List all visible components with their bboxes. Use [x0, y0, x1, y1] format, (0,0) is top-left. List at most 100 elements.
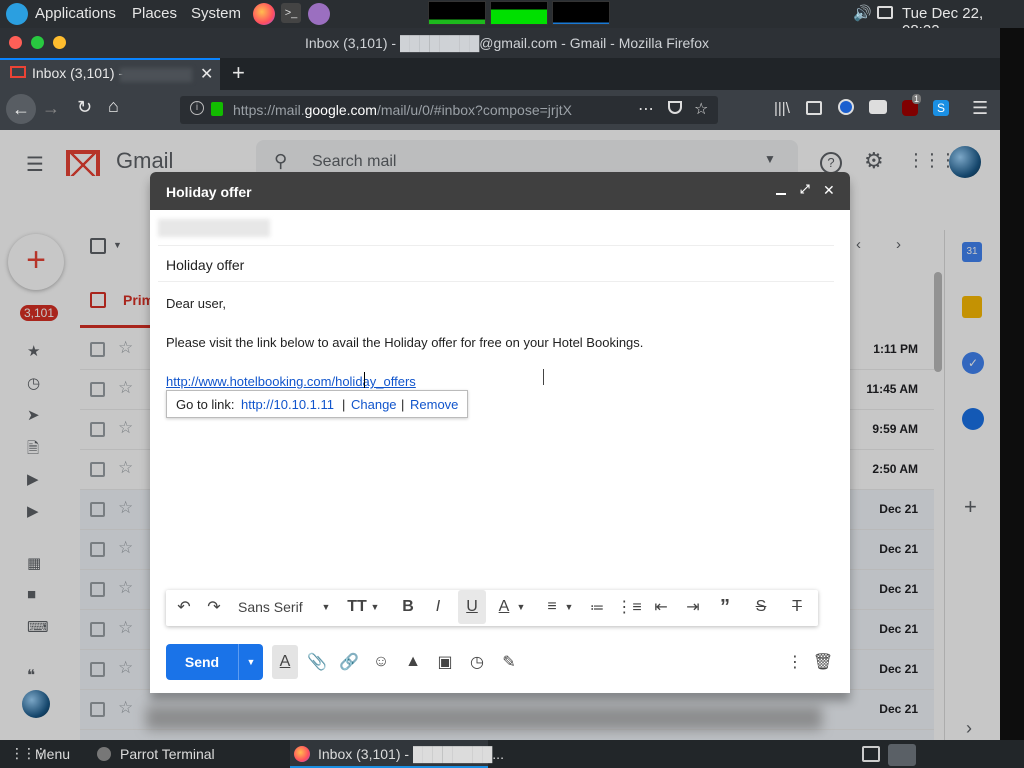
font-family-select[interactable]: Sans Serif: [238, 590, 308, 624]
text-editor-launcher-icon[interactable]: [308, 3, 330, 25]
bulleted-list-icon[interactable]: ⋮≡: [616, 590, 641, 624]
url-bar[interactable]: i https://mail.google.com/mail/u/0/#inbo…: [180, 96, 718, 124]
insert-emoji-icon[interactable]: ☺: [370, 645, 392, 679]
tab-gmail-inbox[interactable]: Inbox (3,101) - ✕: [0, 58, 220, 90]
firefox-task-button[interactable]: Inbox (3,101) - ████████...: [290, 740, 504, 768]
mouse-ibeam-cursor: [543, 369, 544, 385]
strikethrough-icon[interactable]: S: [750, 590, 772, 624]
remove-link-button[interactable]: Remove: [410, 397, 458, 412]
font-size-icon[interactable]: TT: [346, 590, 368, 624]
numbered-list-icon[interactable]: ≔: [586, 590, 608, 624]
firefox-launcher-icon[interactable]: [253, 3, 275, 25]
link-popup-label: Go to link:: [176, 397, 235, 412]
bottom-taskbar: ⋮⋮⋮ Menu Parrot Terminal Inbox (3,101) -…: [0, 740, 1024, 768]
attach-file-icon[interactable]: 📎: [306, 645, 328, 679]
more-options-icon[interactable]: ⋮: [786, 645, 804, 679]
discard-draft-icon[interactable]: 🗑: [812, 645, 834, 679]
formatting-toolbar: ↶ ↷ Sans Serif ▼ TT ▼ B I U A ▼ ≡ ▼ ≔ ⋮≡…: [166, 590, 818, 626]
tab-redacted-email: [120, 68, 192, 82]
page-actions-icon[interactable]: ⋯: [638, 99, 654, 119]
hamburger-menu-icon[interactable]: ☰: [972, 98, 988, 119]
maximize-window-button[interactable]: [53, 36, 66, 49]
recipient-chip-redacted[interactable]: [158, 219, 270, 237]
compose-actions: Send ▼ A 📎 🔗 ☺ ▲ ▣ ◷ ✎ ⋮ 🗑: [150, 640, 850, 688]
tray-network-icon[interactable]: [862, 746, 880, 762]
tray-firefox-icon[interactable]: [888, 744, 916, 766]
redo-icon[interactable]: ↷: [202, 590, 226, 624]
sidebar-toggle-icon[interactable]: [806, 101, 822, 115]
parrot-logo-icon[interactable]: [6, 3, 28, 25]
new-tab-button[interactable]: +: [232, 60, 245, 86]
underline-icon[interactable]: U: [458, 590, 486, 624]
send-button[interactable]: Send: [166, 644, 238, 680]
formatting-options-icon[interactable]: A: [272, 645, 298, 679]
terminal-launcher-icon[interactable]: >_: [281, 3, 301, 23]
italic-icon[interactable]: I: [428, 590, 448, 624]
site-info-icon[interactable]: i: [190, 101, 204, 115]
url-text[interactable]: https://mail.google.com/mail/u/0/#inbox?…: [233, 102, 603, 118]
ublock-badge: 1: [912, 94, 922, 104]
text-cursor: [364, 372, 365, 388]
close-compose-icon[interactable]: ✕: [823, 182, 835, 199]
extension-icon[interactable]: [838, 99, 854, 115]
window-titlebar[interactable]: Inbox (3,101) - ████████@gmail.com - Gma…: [0, 28, 1000, 58]
body-link[interactable]: http://www.hotelbooking.com/holiday_offe…: [166, 374, 416, 389]
lock-icon[interactable]: [211, 102, 223, 116]
text-color-icon[interactable]: A: [494, 590, 514, 624]
skype-extension-icon[interactable]: S: [933, 100, 949, 116]
library-icon[interactable]: |||\: [774, 100, 790, 117]
insert-link-icon[interactable]: 🔗: [338, 645, 360, 679]
quote-icon[interactable]: ”: [714, 590, 736, 624]
link-popup-url[interactable]: http://10.10.1.11: [241, 397, 334, 412]
minimize-compose-icon[interactable]: [776, 193, 786, 195]
bookmark-star-icon[interactable]: ☆: [694, 99, 708, 119]
confidential-mode-icon[interactable]: ◷: [466, 645, 488, 679]
display-icon[interactable]: [877, 6, 893, 19]
memory-graph: [490, 1, 548, 25]
terminal-task-button[interactable]: Parrot Terminal: [120, 746, 215, 762]
back-button[interactable]: ←: [6, 94, 36, 124]
volume-icon[interactable]: 🔊: [853, 4, 872, 22]
link-popup-separator: |: [401, 397, 405, 412]
message-body[interactable]: Dear user, Please visit the link below t…: [166, 282, 826, 582]
reload-button[interactable]: ↻: [77, 97, 92, 118]
schedule-send-dropdown[interactable]: ▼: [238, 644, 263, 680]
pocket-icon[interactable]: [668, 101, 682, 114]
text-color-dropdown-icon[interactable]: ▼: [516, 590, 526, 624]
subject-row[interactable]: Holiday offer: [158, 246, 834, 282]
font-size-dropdown-icon[interactable]: ▼: [370, 590, 380, 624]
places-menu[interactable]: Places: [132, 5, 177, 22]
system-top-panel: Applications Places System >_ 🔊 Tue Dec …: [0, 0, 1024, 39]
subject-field[interactable]: Holiday offer: [166, 257, 244, 273]
insert-signature-icon[interactable]: ✎: [498, 645, 520, 679]
close-tab-icon[interactable]: ✕: [200, 64, 213, 84]
applications-menu[interactable]: Applications: [35, 5, 116, 22]
compose-header[interactable]: Holiday offer ⤢ ✕: [150, 172, 850, 210]
align-icon[interactable]: ≡: [542, 590, 562, 624]
indent-more-icon[interactable]: ⇥: [682, 590, 704, 624]
font-dropdown-icon[interactable]: ▼: [320, 590, 332, 624]
insert-drive-icon[interactable]: ▲: [402, 645, 424, 679]
change-link-button[interactable]: Change: [351, 397, 397, 412]
home-icon[interactable]: ⌂: [108, 96, 119, 117]
blurred-footer-strip: [146, 706, 822, 730]
forward-button[interactable]: →: [42, 98, 60, 119]
recipients-row[interactable]: [158, 210, 834, 246]
extension-icon[interactable]: [869, 100, 887, 114]
undo-icon[interactable]: ↶: [172, 590, 196, 624]
body-text: Please visit the link below to avail the…: [166, 335, 644, 350]
bold-icon[interactable]: B: [398, 590, 418, 624]
indent-less-icon[interactable]: ⇤: [650, 590, 672, 624]
minimize-window-button[interactable]: [31, 36, 44, 49]
url-path: /mail/u/0/#inbox?compose=jrjtX: [376, 102, 572, 118]
app-menu-button[interactable]: Menu: [35, 746, 70, 762]
tab-title: Inbox (3,101) -: [32, 65, 124, 81]
link-popup-separator: |: [342, 397, 346, 412]
insert-photo-icon[interactable]: ▣: [434, 645, 456, 679]
network-graph: [552, 1, 610, 25]
system-menu[interactable]: System: [191, 5, 241, 22]
remove-formatting-icon[interactable]: T: [786, 590, 808, 624]
align-dropdown-icon[interactable]: ▼: [564, 590, 574, 624]
close-window-button[interactable]: [9, 36, 22, 49]
fullscreen-compose-icon[interactable]: ⤢: [800, 182, 810, 197]
